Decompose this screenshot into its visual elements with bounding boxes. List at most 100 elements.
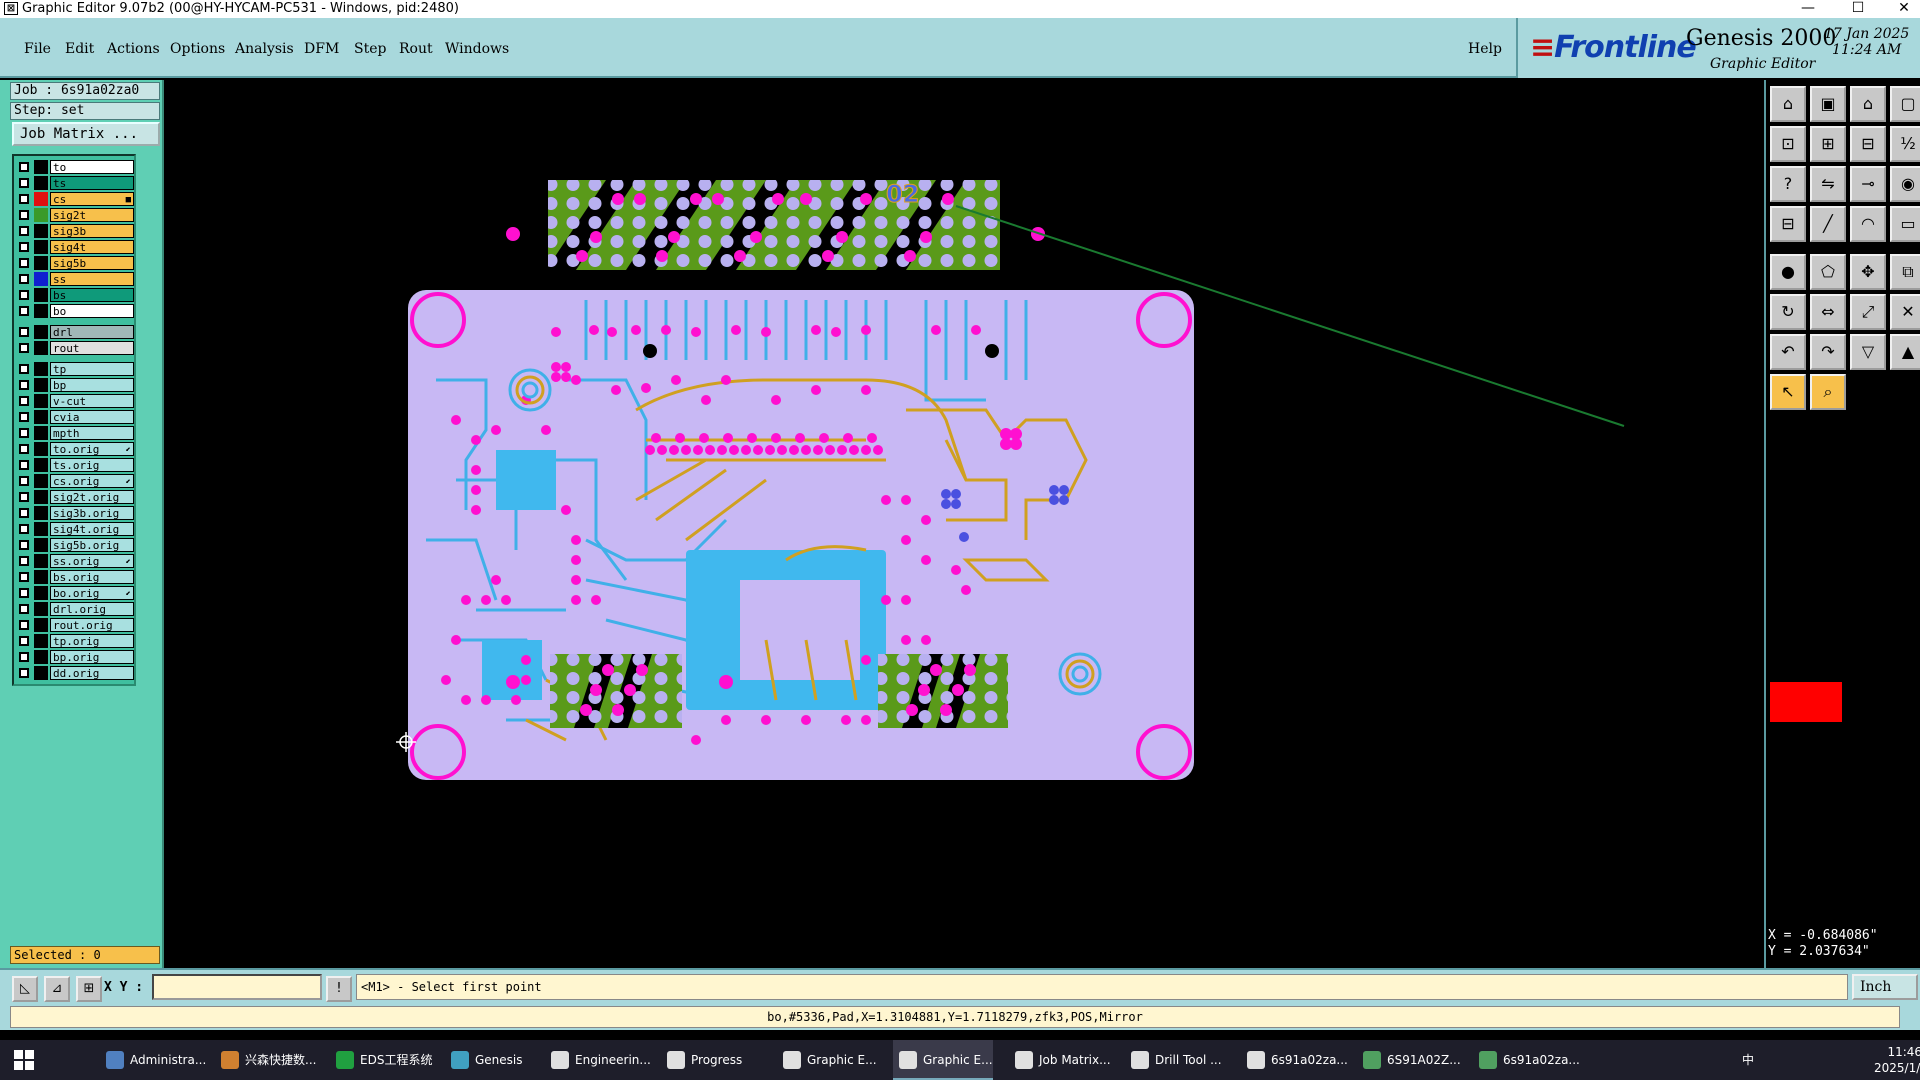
tool-select-button[interactable]: ▲ bbox=[1890, 334, 1920, 370]
layer-row-bo[interactable]: bo bbox=[16, 304, 134, 318]
tool-pad-button[interactable]: ◉ bbox=[1890, 166, 1920, 202]
menu-edit[interactable]: Edit bbox=[65, 41, 94, 57]
layer-row-sig4t-orig[interactable]: sig4t.orig bbox=[16, 522, 134, 536]
xy-input[interactable] bbox=[152, 974, 322, 1000]
layer-name[interactable]: sig5b bbox=[50, 256, 134, 270]
layer-row-ss[interactable]: ss bbox=[16, 272, 134, 286]
layer-row-v-cut[interactable]: v-cut bbox=[16, 394, 134, 408]
close-button[interactable]: ✕ bbox=[1884, 0, 1920, 18]
layer-name[interactable]: to.orig ⬋ bbox=[50, 442, 134, 456]
layer-name[interactable]: to bbox=[50, 160, 134, 174]
layer-name[interactable]: tp bbox=[50, 362, 134, 376]
layer-row-ts-orig[interactable]: ts.orig bbox=[16, 458, 134, 472]
tool-mirror-button[interactable]: ⇔ bbox=[1810, 294, 1846, 330]
layer-checkbox[interactable] bbox=[19, 274, 29, 284]
layer-name[interactable]: bp.orig bbox=[50, 650, 134, 664]
taskbar-item[interactable]: Job Matrix... bbox=[1009, 1040, 1111, 1080]
tool-screen-button[interactable]: ▢ bbox=[1890, 86, 1920, 122]
taskbar-item[interactable]: 6S91A02Z... bbox=[1357, 1040, 1461, 1080]
layer-name[interactable]: cs ■ bbox=[50, 192, 134, 206]
tool-save-button[interactable]: ▣ bbox=[1810, 86, 1846, 122]
layer-checkbox[interactable] bbox=[19, 508, 29, 518]
layer-name[interactable]: dd.orig bbox=[50, 666, 134, 680]
layer-name[interactable]: sig3b bbox=[50, 224, 134, 238]
layer-swatch[interactable] bbox=[34, 538, 48, 552]
layer-checkbox[interactable] bbox=[19, 380, 29, 390]
layer-checkbox[interactable] bbox=[19, 364, 29, 374]
layer-row-to-orig[interactable]: to.orig ⬋ bbox=[16, 442, 134, 456]
layer-row-sig5b-orig[interactable]: sig5b.orig bbox=[16, 538, 134, 552]
layer-row-dd-orig[interactable]: dd.orig bbox=[16, 666, 134, 680]
taskbar-item[interactable]: Genesis bbox=[445, 1040, 523, 1080]
layer-checkbox[interactable] bbox=[19, 588, 29, 598]
tool-help-button[interactable]: ? bbox=[1770, 166, 1806, 202]
layer-name[interactable]: sig2t bbox=[50, 208, 134, 222]
layer-name[interactable]: bo bbox=[50, 304, 134, 318]
layer-row-sig3b-orig[interactable]: sig3b.orig bbox=[16, 506, 134, 520]
layer-swatch[interactable] bbox=[34, 522, 48, 536]
snap-grid-button[interactable]: ◺ bbox=[12, 976, 38, 1002]
layer-row-sig5b[interactable]: sig5b bbox=[16, 256, 134, 270]
layer-name[interactable]: cvia bbox=[50, 410, 134, 424]
layer-swatch[interactable] bbox=[34, 666, 48, 680]
tool-arc-button[interactable]: ◠ bbox=[1850, 206, 1886, 242]
layer-row-rout[interactable]: rout bbox=[16, 341, 134, 355]
taskbar-item[interactable]: Drill Tool ... bbox=[1125, 1040, 1222, 1080]
layer-row-tp-orig[interactable]: tp.orig bbox=[16, 634, 134, 648]
layer-swatch[interactable] bbox=[34, 602, 48, 616]
layer-checkbox[interactable] bbox=[19, 620, 29, 630]
layer-swatch[interactable] bbox=[34, 426, 48, 440]
layer-name[interactable]: ts bbox=[50, 176, 134, 190]
layer-swatch[interactable] bbox=[34, 570, 48, 584]
layer-swatch[interactable] bbox=[34, 304, 48, 318]
taskbar-item[interactable]: Engineerin... bbox=[545, 1040, 651, 1080]
layer-swatch[interactable] bbox=[34, 341, 48, 355]
layer-row-bs-orig[interactable]: bs.orig bbox=[16, 570, 134, 584]
tool-zoom-in-button[interactable]: ⊞ bbox=[1810, 126, 1846, 162]
layer-swatch[interactable] bbox=[34, 362, 48, 376]
layer-name[interactable]: drl bbox=[50, 325, 134, 339]
layer-swatch[interactable] bbox=[34, 490, 48, 504]
layer-name[interactable]: rout bbox=[50, 341, 134, 355]
graphic-canvas[interactable]: 02 bbox=[166, 80, 1764, 968]
menu-dfm[interactable]: DFM bbox=[304, 41, 339, 57]
layer-checkbox[interactable] bbox=[19, 444, 29, 454]
ime-indicator[interactable]: 中 bbox=[1736, 1040, 1760, 1080]
layer-swatch[interactable] bbox=[34, 192, 48, 206]
layer-checkbox[interactable] bbox=[19, 258, 29, 268]
layer-swatch[interactable] bbox=[34, 394, 48, 408]
layer-row-cvia[interactable]: cvia bbox=[16, 410, 134, 424]
layer-checkbox[interactable] bbox=[19, 327, 29, 337]
tool-rotate-button[interactable]: ↻ bbox=[1770, 294, 1806, 330]
job-matrix-button[interactable]: Job Matrix ... bbox=[12, 122, 160, 146]
tool-poly-button[interactable]: ⬠ bbox=[1810, 254, 1846, 290]
tool-1:2-button[interactable]: ½ bbox=[1890, 126, 1920, 162]
layer-checkbox[interactable] bbox=[19, 412, 29, 422]
layer-name[interactable]: v-cut bbox=[50, 394, 134, 408]
tool-open-button[interactable]: ⌂ bbox=[1850, 86, 1886, 122]
menu-analysis[interactable]: Analysis bbox=[235, 41, 294, 57]
layer-name[interactable]: sig3b.orig bbox=[50, 506, 134, 520]
layer-name[interactable]: mpth bbox=[50, 426, 134, 440]
tool-filter-button[interactable]: ▽ bbox=[1850, 334, 1886, 370]
menu-windows[interactable]: Windows bbox=[445, 41, 509, 57]
layer-swatch[interactable] bbox=[34, 410, 48, 424]
layer-name[interactable]: ss.orig ⬋ bbox=[50, 554, 134, 568]
layer-swatch[interactable] bbox=[34, 586, 48, 600]
taskbar-item[interactable]: Administra... bbox=[100, 1040, 206, 1080]
layer-row-mpth[interactable]: mpth bbox=[16, 426, 134, 440]
layer-swatch[interactable] bbox=[34, 288, 48, 302]
layer-checkbox[interactable] bbox=[19, 572, 29, 582]
start-icon[interactable] bbox=[14, 1050, 34, 1070]
tool-pointer-button[interactable]: ↖ bbox=[1770, 374, 1806, 410]
layer-name[interactable]: bs.orig bbox=[50, 570, 134, 584]
menu-step[interactable]: Step bbox=[354, 41, 386, 57]
menu-rout[interactable]: Rout bbox=[399, 41, 433, 57]
layer-checkbox[interactable] bbox=[19, 396, 29, 406]
taskbar-item[interactable]: EDS工程系统 bbox=[330, 1040, 432, 1080]
layer-row-to[interactable]: to bbox=[16, 160, 134, 174]
tool-delete-button[interactable]: ✕ bbox=[1890, 294, 1920, 330]
layer-checkbox[interactable] bbox=[19, 290, 29, 300]
layer-swatch[interactable] bbox=[34, 506, 48, 520]
layer-checkbox[interactable] bbox=[19, 524, 29, 534]
